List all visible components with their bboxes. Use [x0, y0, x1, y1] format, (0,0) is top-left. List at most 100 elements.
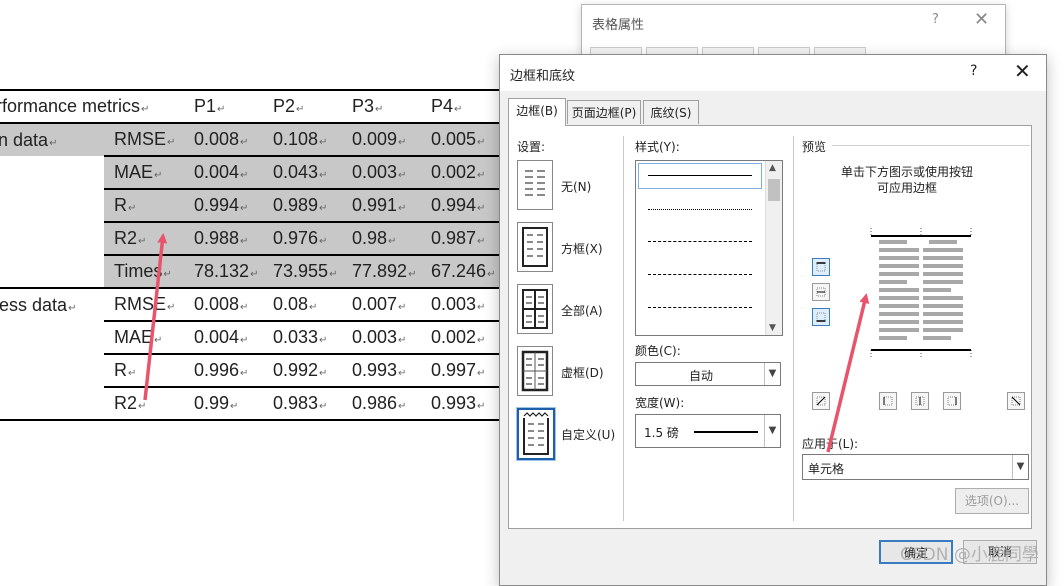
header-row: rformance metrics↵ P1↵ P2↵ P3↵ P4↵: [0, 89, 508, 124]
value-cell: 77.892↵: [344, 254, 423, 288]
setting-none[interactable]: [517, 160, 553, 210]
table-row: R↵ 0.996↵ 0.992↵ 0.993↵ 0.997↵: [0, 353, 508, 387]
cell-text: 0.993: [431, 393, 477, 413]
cell-text: 0.004: [194, 327, 240, 347]
border-top-icon: [816, 262, 826, 272]
close-button[interactable]: ✕: [974, 9, 989, 30]
border-preview[interactable]: [865, 224, 977, 364]
diagonal-down-button[interactable]: [1007, 392, 1025, 410]
paragraph-mark: ↵: [319, 368, 328, 379]
help-button[interactable]: ?: [932, 12, 939, 27]
options-button[interactable]: 选项(O)...: [955, 488, 1029, 514]
value-cell: 0.033↵: [265, 320, 344, 354]
scroll-up-icon[interactable]: ▲: [769, 163, 776, 173]
none-border-icon: [525, 170, 545, 196]
paragraph-mark: ↵: [163, 269, 172, 280]
table-row: R2↵ 0.988↵ 0.976↵ 0.98↵ 0.987↵: [0, 221, 508, 255]
setting-all[interactable]: [517, 284, 553, 334]
dialog-titlebar: 边框和底纹 ? ✕: [500, 55, 1046, 91]
right-border-button[interactable]: [943, 392, 961, 410]
cell-text: 0.033: [273, 327, 319, 347]
table-row: ocess data↵RMSE↵0.008↵0.08↵0.007↵0.003↵: [0, 287, 508, 321]
cell-text: 0.996: [194, 360, 240, 380]
left-border-button[interactable]: [879, 392, 897, 410]
cell-text: 0.005: [431, 129, 477, 149]
style-scrollbar[interactable]: ▲ ▼: [765, 161, 782, 335]
style-dotted[interactable]: [648, 209, 752, 210]
border-bottom-icon: [816, 312, 826, 322]
value-cell: 0.004↵: [186, 155, 265, 189]
style-dash-dot[interactable]: [648, 307, 752, 308]
custom-border-icon: [523, 412, 549, 455]
chevron-down-icon: ▼: [1012, 455, 1028, 479]
bottom-border-button[interactable]: [812, 308, 830, 326]
cell-text: P3: [352, 96, 375, 116]
diagonal-down-icon: [1011, 396, 1021, 406]
apply-to-select[interactable]: 单元格 ▼: [802, 454, 1029, 480]
cell-text: 0.98: [352, 228, 388, 248]
style-dash[interactable]: [648, 274, 752, 275]
cell-text: R: [114, 360, 127, 380]
border-inside-h-icon: [816, 287, 826, 297]
dialog-title: 边框和底纹: [510, 69, 576, 84]
paragraph-mark: ↵: [240, 368, 249, 379]
metric-cell: RMSE↵: [104, 123, 186, 156]
tab-page-border[interactable]: 页面边框(P): [567, 100, 641, 124]
value-cell: 0.008↵: [186, 287, 265, 321]
cell-text: 0.003: [352, 162, 398, 182]
setting-custom-label: 自定义(U): [561, 428, 616, 442]
paragraph-mark: ↵: [240, 302, 249, 313]
style-solid[interactable]: [648, 175, 752, 176]
group-cell: [0, 354, 104, 387]
value-cell: 0.002↵: [423, 320, 502, 354]
line-style-list[interactable]: ▲ ▼: [635, 160, 783, 336]
width-select[interactable]: 1.5 磅 ▼: [635, 414, 781, 448]
paragraph-mark: ↵: [167, 137, 176, 148]
paragraph-mark: ↵: [250, 269, 259, 280]
setting-box[interactable]: [517, 222, 553, 272]
value-cell: 0.976↵: [265, 221, 344, 255]
paragraph-mark: ↵: [398, 401, 407, 412]
paragraph-mark: ↵: [68, 302, 77, 314]
top-border-button[interactable]: [812, 258, 830, 276]
group-label: ocess data↵: [0, 294, 77, 315]
cell-text: R: [114, 195, 127, 215]
diagonal-up-button[interactable]: [812, 392, 830, 410]
paragraph-mark: ↵: [398, 203, 407, 214]
scroll-down-icon[interactable]: ▼: [769, 323, 776, 333]
paragraph-mark: ↵: [49, 137, 58, 149]
inner-vertical-button[interactable]: [911, 392, 929, 410]
setting-grid[interactable]: [517, 346, 553, 396]
color-select[interactable]: 自动 ▼: [635, 362, 781, 386]
setting-custom[interactable]: [517, 408, 555, 460]
dialog-title: 表格属性: [592, 18, 645, 33]
cell-text: 0.99: [194, 393, 230, 413]
value-cell: 0.003↵: [344, 155, 423, 189]
inner-horizontal-button[interactable]: [812, 283, 830, 301]
paragraph-mark: ↵: [408, 269, 417, 280]
paragraph-mark: ↵: [240, 137, 249, 148]
cell-text: 0.983: [273, 393, 319, 413]
cell-text: 0.002: [431, 162, 477, 182]
tab-shading[interactable]: 底纹(S): [643, 100, 699, 124]
value-cell: 0.08↵: [265, 287, 344, 321]
tab-borders[interactable]: 边框(B): [508, 98, 566, 126]
paragraph-mark: ↵: [141, 104, 150, 115]
paragraph-mark: ↵: [487, 269, 496, 280]
style-small-dash[interactable]: [648, 241, 752, 242]
cell-text: 0.007: [352, 294, 398, 314]
value-cell: 0.99↵: [186, 386, 265, 421]
help-button[interactable]: ?: [970, 63, 977, 79]
paragraph-mark: ↵: [138, 236, 147, 247]
paragraph-mark: ↵: [398, 302, 407, 313]
cell-text: P2: [273, 96, 296, 116]
paragraph-mark: ↵: [296, 104, 305, 115]
settings-label: 设置:: [517, 140, 546, 154]
value-cell: 0.989↵: [265, 188, 344, 222]
close-button[interactable]: ✕: [1014, 59, 1031, 83]
border-right-icon: [947, 396, 957, 406]
group-cell: [0, 222, 104, 255]
value-cell: 0.005↵: [423, 123, 502, 156]
paragraph-mark: ↵: [398, 137, 407, 148]
paragraph-mark: ↵: [240, 203, 249, 214]
